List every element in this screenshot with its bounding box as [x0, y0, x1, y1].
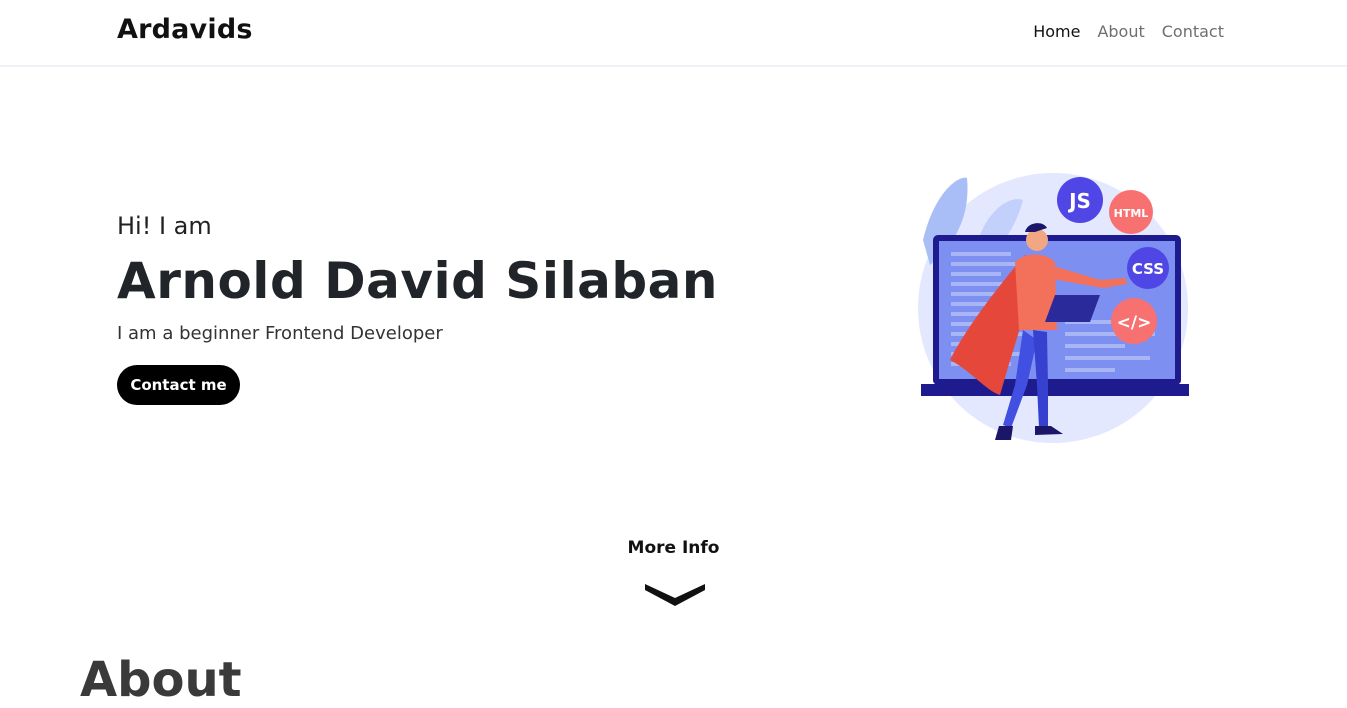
chevron-down-icon[interactable]: [643, 578, 707, 608]
brand-logo[interactable]: Ardavids: [117, 14, 253, 45]
navbar: Ardavids Home About Contact: [0, 0, 1347, 67]
more-info-label[interactable]: More Info: [628, 538, 720, 558]
hero-greeting: Hi! I am: [117, 212, 212, 240]
nav-links: Home About Contact: [1033, 22, 1224, 41]
nav-link-home[interactable]: Home: [1033, 22, 1080, 41]
more-info: More Info: [0, 538, 1347, 558]
hero-name: Arnold David Silaban: [117, 252, 718, 310]
css-badge-label: CSS: [1132, 260, 1164, 278]
js-badge-label: JS: [1067, 189, 1091, 213]
html-badge-label: HTML: [1114, 207, 1149, 220]
nav-link-about[interactable]: About: [1097, 22, 1144, 41]
about-heading: About: [80, 652, 242, 708]
nav-link-contact[interactable]: Contact: [1162, 22, 1224, 41]
code-badge-label: </>: [1117, 313, 1152, 333]
developer-illustration: JS HTML CSS </>: [918, 173, 1189, 443]
contact-me-button[interactable]: Contact me: [117, 365, 240, 405]
hero-subtitle: I am a beginner Frontend Developer: [117, 323, 443, 344]
